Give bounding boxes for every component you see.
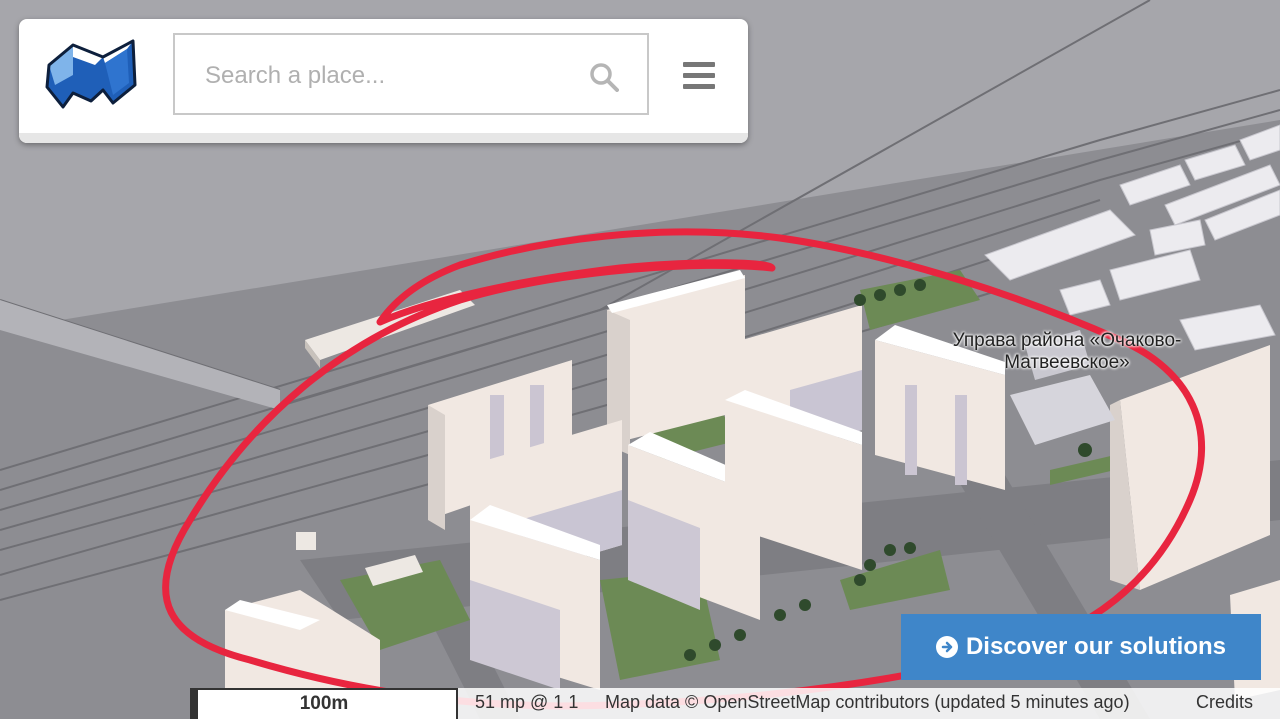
scale-bar-segment [190,688,198,719]
search-input[interactable] [203,57,567,95]
district-label: Управа района «Очаково- Матвеевское» [912,330,1222,374]
search-icon[interactable] [589,62,619,92]
map-attribution: Map data © OpenStreetMap contributors (u… [605,692,1130,712]
coordinates-readout: 51 mp @ 1 1 [475,692,579,712]
credits-link[interactable]: Credits [1196,692,1253,713]
district-label-line2: Матвеевское» [1004,352,1130,373]
top-panel [19,19,748,143]
scale-bar: 100m [190,688,458,719]
search-box [173,33,649,115]
arrow-circle-right-icon [935,636,958,658]
discover-solutions-button[interactable]: Discover our solutions [901,614,1261,680]
app-logo-icon[interactable] [43,35,139,115]
menu-icon[interactable] [683,62,715,92]
discover-label: Discover our solutions [965,633,1227,660]
district-label-line1: Управа района «Очаково- [952,330,1182,351]
